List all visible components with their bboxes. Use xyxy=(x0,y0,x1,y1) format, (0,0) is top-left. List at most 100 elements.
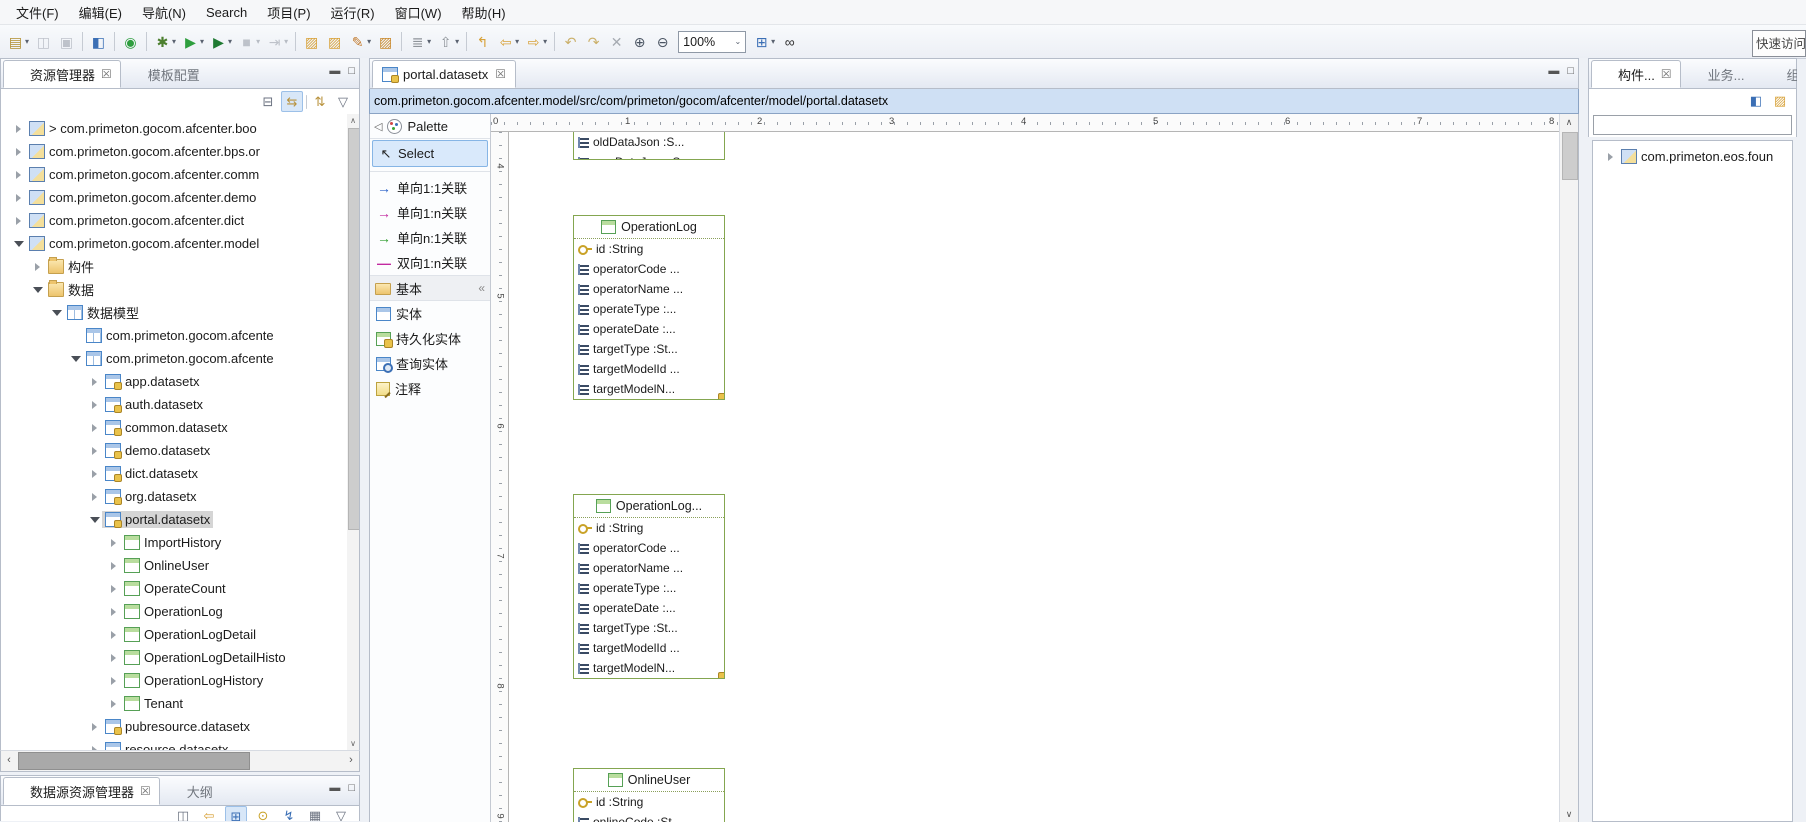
relation-nto1-tool[interactable]: → 单向n:1关联 xyxy=(370,225,490,250)
view-tab[interactable]: 资源管理器 ☒ xyxy=(3,60,121,88)
tree-item[interactable]: > com.primeton.gocom.afcenter.boo xyxy=(1,117,359,140)
tree-item[interactable]: com.primeton.gocom.afcenter.comm xyxy=(1,163,359,186)
console-button[interactable]: ◧ ▾ xyxy=(88,30,109,54)
entity-field[interactable]: id :String xyxy=(574,792,724,812)
entity-box-clipped[interactable]: oldDataJson :S... newDataJson :S... xyxy=(573,132,725,160)
tree-item[interactable]: com.primeton.gocom.afcente xyxy=(1,347,359,370)
tree-item[interactable]: 数据 xyxy=(1,278,359,301)
tree-item[interactable]: OperationLogDetailHisto xyxy=(1,646,359,669)
checklist-button[interactable]: ≣ ▾ xyxy=(407,30,433,54)
maximize-icon[interactable]: □ xyxy=(1567,65,1574,77)
stop-button[interactable]: ■ ▾ xyxy=(236,30,262,54)
palette-group-basic[interactable]: 基本 « xyxy=(370,275,490,301)
tree-item[interactable]: com.primeton.gocom.afcenter.bps.or xyxy=(1,140,359,163)
toolbar-separator[interactable]: ▾ xyxy=(554,32,555,51)
entity-field[interactable]: id :String xyxy=(574,518,724,538)
toolbar-separator[interactable]: ▾ xyxy=(82,32,83,51)
expander-icon[interactable] xyxy=(49,310,64,316)
entity-field[interactable]: oldDataJson :S... xyxy=(574,132,724,152)
dropdown-arrow-icon[interactable]: ▾ xyxy=(427,37,431,46)
diagram-canvas[interactable]: oldDataJson :S... newDataJson :S... xyxy=(509,132,1559,822)
entity-field[interactable]: targetType :St... xyxy=(574,618,724,638)
editor-tab[interactable]: portal.datasetx ☒ xyxy=(372,60,516,88)
dropdown-arrow-icon[interactable]: ▾ xyxy=(543,37,547,46)
expander-icon[interactable] xyxy=(30,287,45,293)
save-button[interactable]: ◫ ▾ xyxy=(33,30,54,54)
expander-icon[interactable] xyxy=(106,700,121,708)
tree-item[interactable]: com.primeton.gocom.afcenter.dict xyxy=(1,209,359,232)
menu-item[interactable]: 帮助(H) xyxy=(452,0,516,25)
quick-access-box[interactable]: 快速访问 xyxy=(1752,30,1806,57)
expander-icon[interactable] xyxy=(106,631,121,639)
last-edit-button[interactable]: ↰ ▾ xyxy=(472,30,493,54)
open-file-button[interactable]: ▨ ▾ xyxy=(375,30,396,54)
tree-item[interactable]: pubresource.datasetx xyxy=(1,715,359,738)
entity-field[interactable]: targetType :St... xyxy=(574,339,724,359)
expander-icon[interactable] xyxy=(11,125,26,133)
dropdown-arrow-icon[interactable]: ▾ xyxy=(771,37,775,46)
toolbar-separator[interactable]: ▾ xyxy=(146,32,147,51)
expander-icon[interactable] xyxy=(106,677,121,685)
back-button[interactable]: ⇦ ▾ xyxy=(495,30,521,54)
close-icon[interactable]: ☒ xyxy=(101,67,112,81)
close-icon[interactable]: ☒ xyxy=(140,784,151,798)
minimize-icon[interactable]: ▬ xyxy=(329,782,340,794)
dropdown-arrow-icon[interactable]: ▾ xyxy=(200,37,204,46)
tree-item[interactable]: org.datasetx xyxy=(1,485,359,508)
toolbar-separator[interactable]: ▾ xyxy=(295,32,296,51)
maximize-icon[interactable]: □ xyxy=(348,782,355,794)
menu-item[interactable]: 窗口(W) xyxy=(385,0,452,25)
note-tool[interactable]: 注释 xyxy=(370,376,490,401)
expander-icon[interactable] xyxy=(106,539,121,547)
layout-button[interactable]: ⊞ ▾ xyxy=(751,30,777,54)
zoom-out-button[interactable]: ⊖ ▾ xyxy=(652,30,673,54)
persistent-entity-tool[interactable]: 持久化实体 xyxy=(370,326,490,351)
link-editor-icon[interactable]: ⇆ xyxy=(281,91,303,112)
relation-1ton-tool[interactable]: → 单向1:n关联 xyxy=(370,200,490,225)
scrollbar-thumb[interactable] xyxy=(18,752,250,770)
menu-item[interactable]: 文件(F) xyxy=(6,0,69,25)
dropdown-arrow-icon[interactable]: ▾ xyxy=(256,37,260,46)
toolbar-separator[interactable]: ▾ xyxy=(114,32,115,51)
dropdown-arrow-icon[interactable]: ▾ xyxy=(367,37,371,46)
toolbar-separator[interactable] xyxy=(306,95,307,109)
query-entity-tool[interactable]: 查询实体 xyxy=(370,351,490,376)
view-tab[interactable]: 业务... xyxy=(1681,60,1760,88)
menu-item[interactable]: Search xyxy=(196,2,257,23)
editor-vertical-scrollbar[interactable]: ∧ ∨ xyxy=(1559,114,1578,822)
search-button[interactable]: ∞ ▾ xyxy=(779,30,800,54)
select-tool[interactable]: ↖ Select xyxy=(372,140,488,167)
scroll-up-icon[interactable]: ∧ xyxy=(1560,114,1578,130)
zoom-in-button[interactable]: ⊕ ▾ xyxy=(629,30,650,54)
view-tab[interactable]: 构件... ☒ xyxy=(1591,60,1681,88)
entity-box-operationlog[interactable]: OperationLog id :String xyxy=(573,215,725,400)
close-icon[interactable]: ☒ xyxy=(1661,67,1672,81)
tree-item[interactable]: com.primeton.eos.foun xyxy=(1593,145,1792,168)
dropdown-arrow-icon[interactable]: ▾ xyxy=(228,37,232,46)
expander-icon[interactable] xyxy=(1603,153,1618,161)
scroll-down-icon[interactable]: ∨ xyxy=(1560,806,1578,822)
expander-icon[interactable] xyxy=(30,263,45,271)
delete-button[interactable]: ✕ ▾ xyxy=(606,30,627,54)
tree-item[interactable]: auth.datasetx xyxy=(1,393,359,416)
scroll-down-icon[interactable]: ∨ xyxy=(347,737,359,750)
scroll-left-icon[interactable]: ‹ xyxy=(1,751,17,769)
entity-header[interactable]: OperationLog... xyxy=(574,495,724,518)
zoom-select[interactable]: 100% ⌄ xyxy=(678,31,746,53)
expander-icon[interactable] xyxy=(11,194,26,202)
minimize-icon[interactable]: ▬ xyxy=(329,65,340,77)
scrollbar-thumb[interactable] xyxy=(1562,132,1578,180)
entity-field[interactable]: operateType :... xyxy=(574,578,724,598)
clean-button[interactable]: ✎ ▾ xyxy=(347,30,373,54)
entity-field[interactable]: operateDate :... xyxy=(574,598,724,618)
expander-icon[interactable] xyxy=(106,654,121,662)
tree-item[interactable]: OperationLogDetail xyxy=(1,623,359,646)
palette-group-collapse-icon[interactable]: « xyxy=(478,281,485,295)
panel-menu-icon[interactable]: ▽ xyxy=(331,806,351,821)
expander-icon[interactable] xyxy=(87,517,102,523)
start-server-button[interactable]: ◉ ▾ xyxy=(120,30,141,54)
open-directory-button[interactable]: ▨ ▾ xyxy=(324,30,345,54)
scroll-right-icon[interactable]: › xyxy=(343,751,359,769)
view-tab[interactable]: 大纲 xyxy=(160,777,228,805)
entity-field[interactable]: targetModelId ... xyxy=(574,638,724,658)
